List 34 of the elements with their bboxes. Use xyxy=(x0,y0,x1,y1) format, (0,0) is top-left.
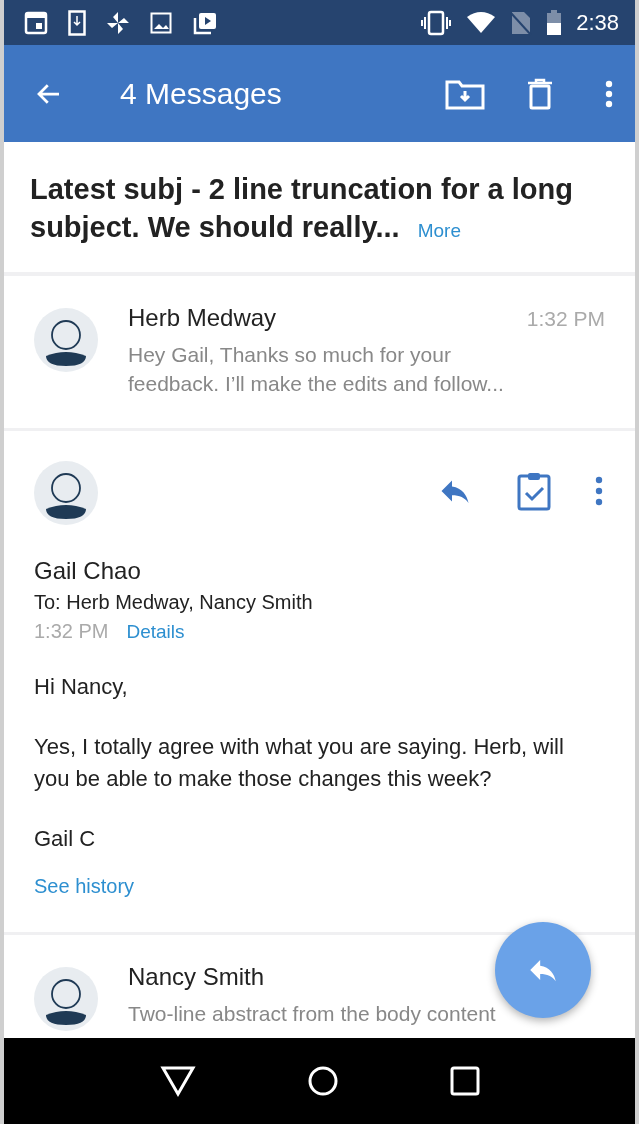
message-time: 1:32 PM xyxy=(526,307,605,331)
more-link[interactable]: More xyxy=(417,220,461,241)
sender-name: Gail Chao xyxy=(34,557,142,585)
avatar-icon xyxy=(34,967,98,1031)
more-options-button[interactable] xyxy=(593,474,605,508)
vibrate-icon xyxy=(420,9,453,36)
message-row[interactable]: Herb Medway 1:32 PM Hey Gail, Thanks so much for your feedback. I’ll make the edits and follow... xyxy=(4,276,635,428)
body-paragraph: Yes, I totally agree with what you are saying. Herb, will you be able to make those changes this week? xyxy=(34,733,565,793)
back-nav-icon[interactable] xyxy=(159,1065,196,1097)
message-preview: Hey Gail, Thanks so much for your feedback. I’ll make the edits and follow... xyxy=(128,342,505,397)
details-link[interactable]: Details xyxy=(126,621,185,643)
see-history-link[interactable]: See history xyxy=(34,875,135,898)
clock-time: 2:38 xyxy=(576,9,619,36)
thread-subject: Latest subj - 2 line truncation for a long subject. We should really... More xyxy=(30,172,574,245)
message-time: 1:32 PM xyxy=(34,620,109,643)
recents-nav-icon[interactable] xyxy=(449,1066,480,1096)
body-paragraph: Gail C xyxy=(34,825,97,853)
app-bar-title: 4 Messages xyxy=(120,76,283,111)
avatar-icon xyxy=(34,461,98,525)
message-preview: Two-line abstract from the body content xyxy=(128,1001,497,1027)
no-sim-icon xyxy=(510,9,533,36)
message-row[interactable]: Nancy Smith Two-line abstract from the body content xyxy=(4,935,635,1038)
home-nav-icon[interactable] xyxy=(306,1065,339,1097)
image-icon xyxy=(150,11,172,34)
sender-name: Nancy Smith xyxy=(128,963,265,991)
pinwheel-icon xyxy=(106,10,130,35)
body-paragraph: Hi Nancy, xyxy=(34,673,129,701)
wifi-icon xyxy=(466,10,497,35)
download-icon xyxy=(68,9,86,36)
window-icon xyxy=(24,10,48,35)
recipients: To: Herb Medway, Nancy Smith xyxy=(34,591,314,614)
battery-icon xyxy=(546,9,563,36)
sender-name: Herb Medway xyxy=(128,304,277,332)
avatar-icon xyxy=(34,308,98,372)
